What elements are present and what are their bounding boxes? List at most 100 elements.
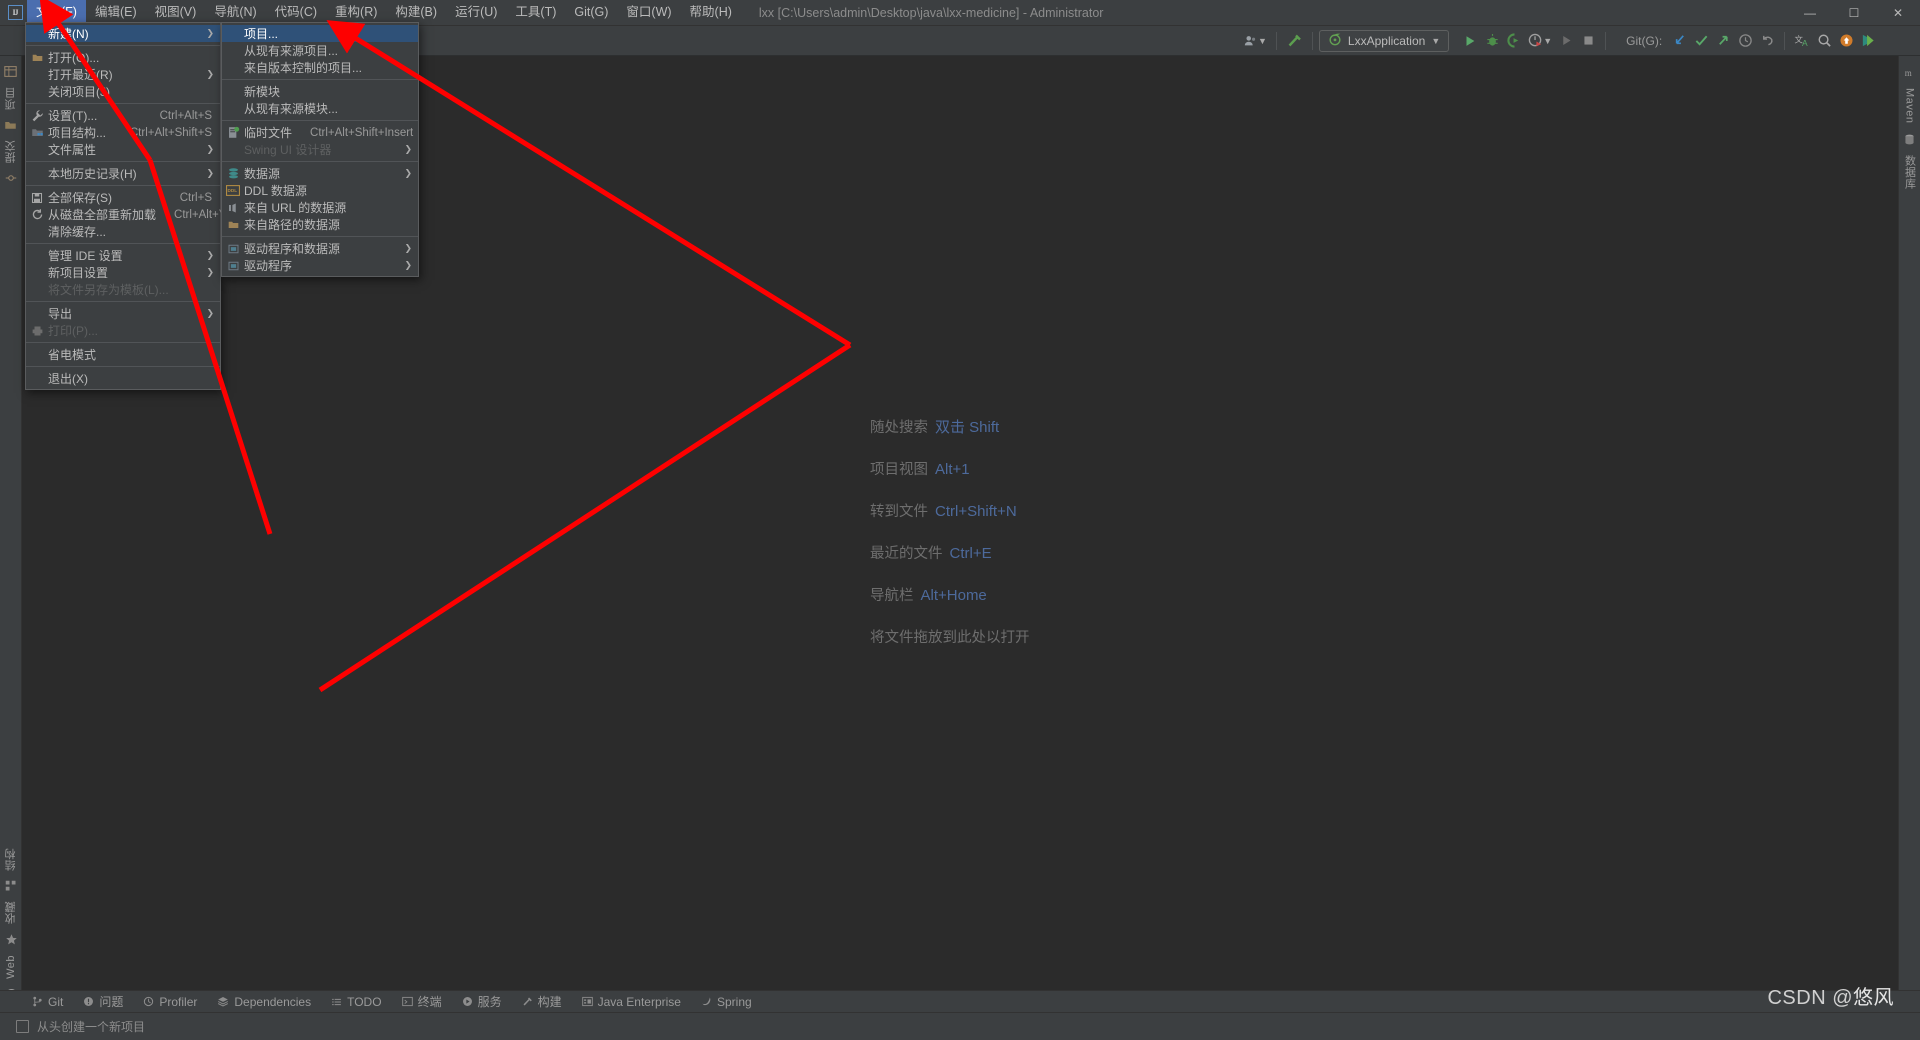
file-menu-item[interactable]: 打开最近(R) ❯ [26,66,220,83]
file-menu-item-label: 文件属性 [48,143,97,157]
new-submenu-item[interactable]: 驱动程序和数据源 ❯ [222,240,418,257]
folder-icon[interactable] [0,114,22,136]
file-menu-item-label: 打开最近(R) [48,68,113,82]
file-menu-item[interactable]: 退出(X) [26,370,220,387]
hammer-icon[interactable] [1283,29,1306,53]
file-menu-item[interactable]: 本地历史记录(H) ❯ [26,165,220,182]
file-menu-item[interactable]: 打开(O)... [26,49,220,66]
menu-item-icon-placeholder [26,347,48,363]
profiler-caret-icon[interactable]: ▼ [1543,36,1552,46]
sidebar-item-project-label[interactable]: 项目 [3,83,19,114]
app-logo-glyph: IJ [7,5,23,20]
file-menu-item[interactable]: 清除缓存... [26,223,220,240]
file-menu-item[interactable]: 项目结构... Ctrl+Alt+Shift+S [26,124,220,141]
maximize-button[interactable]: ☐ [1832,0,1876,26]
star-icon[interactable] [0,928,22,951]
new-submenu-item[interactable]: 从现有来源项目... [222,42,418,59]
run-icon[interactable] [1459,29,1481,53]
new-submenu-item[interactable]: 数据源 ❯ [222,165,418,182]
file-menu-item[interactable]: 新建(N) ❯ [26,25,220,42]
file-menu-item[interactable]: 管理 IDE 设置 ❯ [26,247,220,264]
new-submenu-dropdown[interactable]: 项目... 从现有来源项目... 来自版本控制的项目... 新模块 从现有来源模块...… [221,22,419,277]
new-submenu-item-label: 来自 URL 的数据源 [244,201,347,215]
tool-window-button-todo[interactable]: TODO [321,991,391,1013]
file-menu-item[interactable]: 新项目设置 ❯ [26,264,220,281]
commit-sidebar-icon[interactable] [0,167,22,189]
commit-icon[interactable] [1690,29,1712,53]
new-submenu-item[interactable]: 来自 URL 的数据源 [222,199,418,216]
project-icon[interactable] [0,60,22,83]
minimize-button[interactable]: — [1788,0,1832,26]
file-menu-item-label: 项目结构... [48,126,107,140]
tool-window-button-dependencies[interactable]: Dependencies [207,991,321,1013]
maven-icon[interactable]: m [1899,62,1920,84]
chevron-down-icon[interactable]: ▼ [1431,36,1440,46]
sidebar-item-commit-label[interactable]: 提交 [3,136,19,167]
rollback-icon[interactable] [1756,29,1778,53]
new-submenu-item[interactable]: 临时文件 Ctrl+Alt+Shift+Insert [222,124,418,141]
menu-bar-item-11[interactable]: 帮助(H) [681,0,741,25]
translate-icon[interactable]: 文A [1791,29,1813,53]
update-project-icon[interactable] [1668,29,1690,53]
file-menu-item[interactable]: 省电模式 [26,346,220,363]
menu-bar-item-9[interactable]: Git(G) [565,0,617,25]
new-submenu-item[interactable]: 来自版本控制的项目... [222,59,418,76]
tool-window-button-java-enterprise[interactable]: Java Enterprise [572,991,691,1013]
stop-icon[interactable] [1577,29,1599,53]
new-submenu-item[interactable]: 项目... [222,25,418,42]
file-menu-item[interactable]: 文件属性 ❯ [26,141,220,158]
rerun-icon[interactable] [1555,29,1577,53]
user-dropdown-caret[interactable]: ▼ [1258,36,1267,46]
file-menu-item[interactable]: 从磁盘全部重新加载 Ctrl+Alt+Y [26,206,226,223]
tool-window-button-profiler[interactable]: Profiler [133,991,207,1013]
debug-icon[interactable] [1481,29,1503,53]
database-icon[interactable] [1899,128,1920,151]
tool-window-button-终端[interactable]: 终端 [392,991,452,1013]
menu-separator [26,103,220,104]
toolbar-divider-4 [1784,31,1786,50]
structure-icon[interactable] [0,875,22,897]
new-submenu-item[interactable]: 来自路径的数据源 [222,216,418,233]
tool-window-button-问题[interactable]: 问题 [73,991,133,1013]
file-menu-item[interactable]: 导出 ❯ [26,305,220,322]
profiler-icon[interactable]: ▼ [1525,29,1555,53]
new-submenu-item[interactable]: 新模块 [222,83,418,100]
driver-icon [222,241,244,257]
file-menu-dropdown[interactable]: 新建(N) ❯ 打开(O)... 打开最近(R) ❯ 关闭项目(J) 设置(T)... Ctr… [25,22,226,390]
menu-bar-item-7[interactable]: 运行(U) [446,0,506,25]
search-everywhere-icon[interactable] [1813,29,1835,53]
run-with-coverage-icon[interactable] [1503,29,1525,53]
new-submenu-item[interactable]: 驱动程序 ❯ [222,257,418,274]
menu-bar-item-10[interactable]: 窗口(W) [617,0,680,25]
play-all-icon[interactable] [1857,29,1879,53]
file-menu-item-label: 清除缓存... [48,225,107,239]
file-menu-item[interactable]: 关闭项目(J) [26,83,220,100]
tool-window-button-git[interactable]: Git [22,991,73,1013]
sidebar-item-structure-label[interactable]: 结构 [3,844,19,875]
sidebar-item-maven-label[interactable]: Maven [1904,84,1916,128]
file-menu-item-label: 打印(P)... [48,324,98,338]
watermark: CSDN @悠风 [1767,981,1894,1010]
user-icon[interactable]: ▼ [1240,29,1270,53]
chevron-right-icon: ❯ [206,168,214,178]
history-icon[interactable] [1734,29,1756,53]
file-menu-item-label: 从磁盘全部重新加载 [48,208,157,222]
tool-window-button-spring[interactable]: Spring [691,991,762,1013]
tool-window-button-构建[interactable]: 构建 [512,991,572,1013]
close-button[interactable]: ✕ [1876,0,1920,26]
push-icon[interactable] [1712,29,1734,53]
tool-window-button-服务[interactable]: 服务 [452,991,512,1013]
file-menu-item[interactable]: 设置(T)... Ctrl+Alt+S [26,107,220,124]
spring-boot-icon [1328,32,1342,49]
new-submenu-item[interactable]: 从现有来源模块... [222,100,418,117]
new-submenu-item[interactable]: DDL DDL 数据源 [222,182,418,199]
sidebar-item-web-label[interactable]: Web [5,951,17,983]
notifications-icon[interactable] [1835,29,1857,53]
file-menu-item[interactable]: 全部保存(S) Ctrl+S [26,189,220,206]
run-configuration-selector[interactable]: LxxApplication ▼ [1318,29,1450,52]
sidebar-item-database-label[interactable]: 数据库 [1902,151,1918,194]
sidebar-item-favorites-label[interactable]: 收藏 [3,897,19,928]
menu-bar-item-8[interactable]: 工具(T) [506,0,565,25]
editor-hint-label: 转到文件 [870,504,928,520]
menu-item-icon-placeholder [222,26,244,42]
